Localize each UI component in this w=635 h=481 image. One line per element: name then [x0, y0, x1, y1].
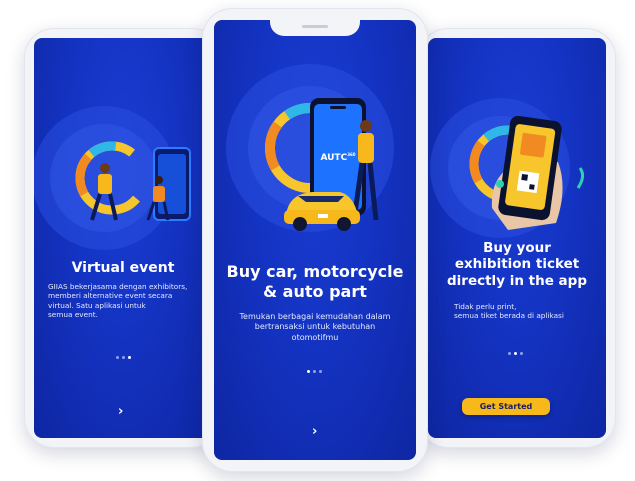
phone-right: Buy your exhibition ticket directly in t… [418, 28, 616, 448]
page-dot-active [307, 370, 310, 373]
buy-car-illustration [226, 64, 394, 232]
screen-title: Buy car, motorcycle & auto part [226, 262, 404, 301]
page-dot [116, 356, 119, 359]
screen-title: Virtual event [71, 260, 175, 276]
app-logo-text: AUTC [320, 153, 348, 163]
screen-description: Tidak perlu print, semua tiket berada di… [454, 302, 564, 321]
app-logo-sup: 360 [347, 152, 356, 157]
page-dot-active [128, 356, 131, 359]
virtual-event-illustration [34, 106, 191, 250]
screen-title: Buy your exhibition ticket directly in t… [447, 240, 587, 289]
chevron-right-icon[interactable]: › [312, 424, 317, 439]
page-dot [508, 352, 511, 355]
phone-left: Virtual event GIIAS bekerjasama dengan e… [24, 28, 222, 448]
onboarding-screen-virtual-event: Virtual event GIIAS bekerjasama dengan e… [34, 38, 212, 438]
chevron-right-icon[interactable]: › [118, 404, 123, 419]
page-dot [520, 352, 523, 355]
app-logo: AUTC360 [314, 152, 362, 163]
page-dot [319, 370, 322, 373]
screen-description: GIIAS bekerjasama dengan exhibitors, mem… [48, 282, 188, 320]
onboarding-screen-ticket: Buy your exhibition ticket directly in t… [428, 38, 606, 438]
screen-description: Temukan berbagai kemudahan dalam bertran… [239, 312, 391, 342]
page-indicator [307, 370, 322, 373]
onboarding-screen-buy: AUTC360 Buy car, motorcycle & auto part … [214, 20, 416, 460]
get-started-button[interactable]: Get Started [462, 398, 550, 415]
page-indicator [508, 352, 523, 355]
page-dot [122, 356, 125, 359]
ticket-illustration [430, 98, 585, 238]
phone-center: AUTC360 Buy car, motorcycle & auto part … [202, 8, 428, 472]
page-dot-active [514, 352, 517, 355]
page-dot [313, 370, 316, 373]
page-indicator [116, 356, 131, 359]
